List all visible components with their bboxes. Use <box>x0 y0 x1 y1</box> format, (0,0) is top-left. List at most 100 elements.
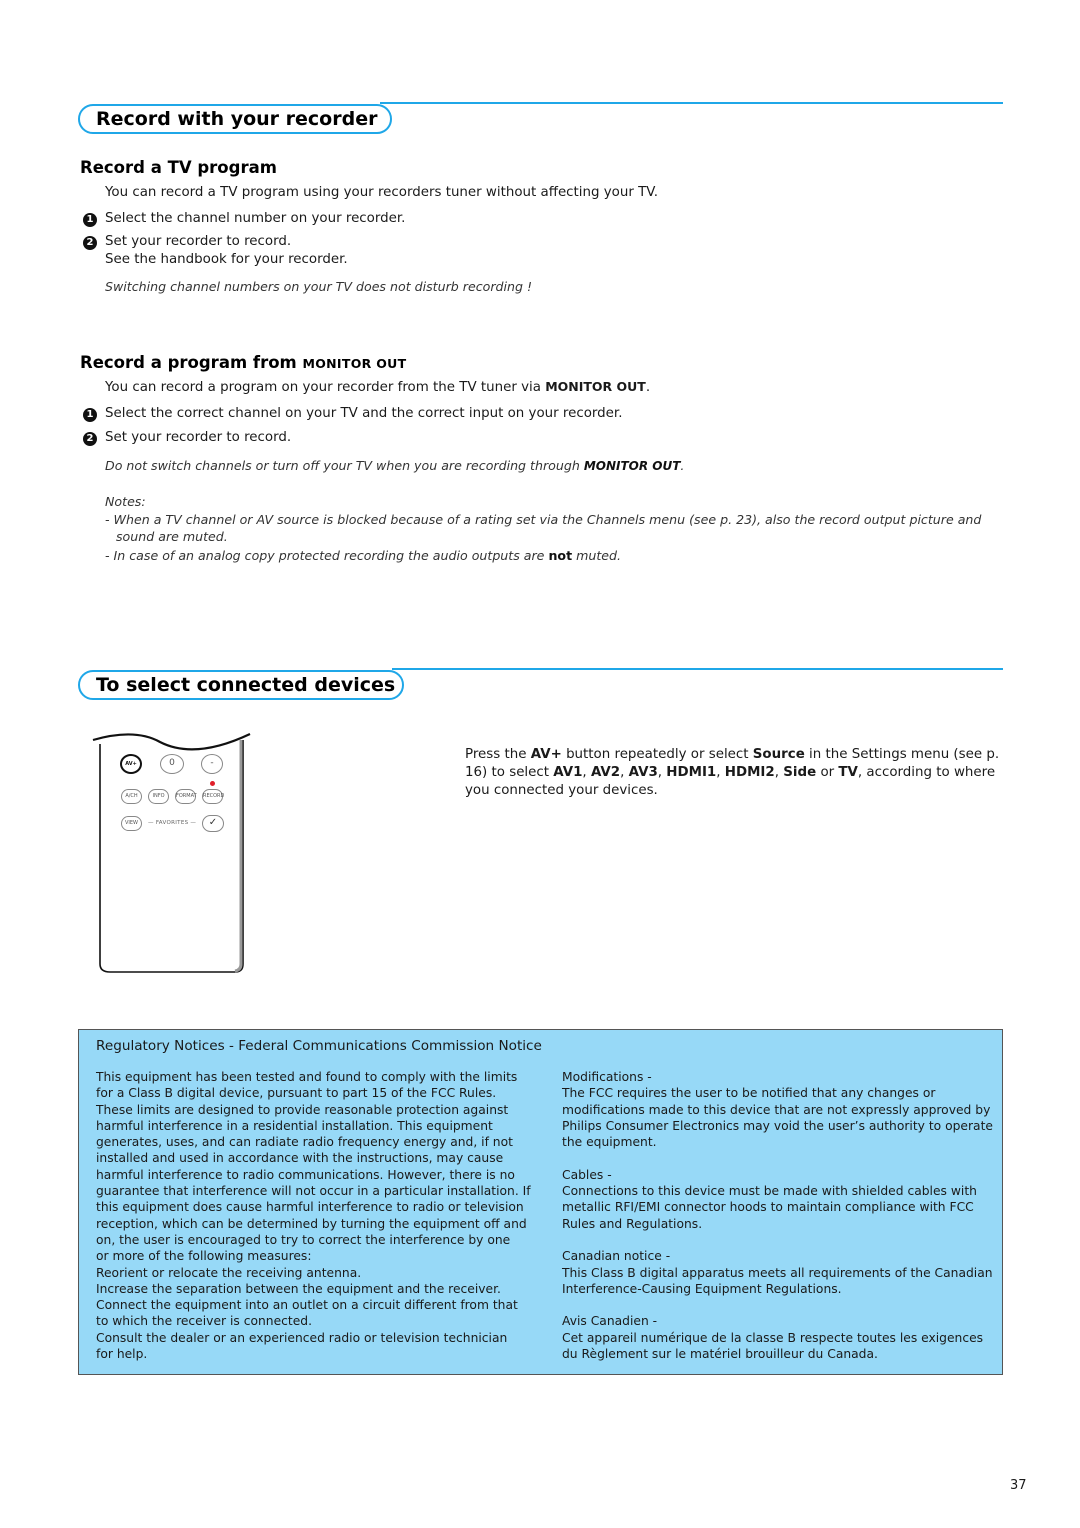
section-title-text: To select connected devices <box>96 674 396 696</box>
warning-note: Do not switch channels or turn off your … <box>105 457 684 475</box>
step-number-icon: 2 <box>83 432 97 446</box>
reg-line: metallic RFI/EMI connector hoods to main… <box>562 1200 974 1215</box>
button-label: 0 <box>169 758 175 768</box>
button-label: - <box>210 758 214 768</box>
text: , <box>620 765 625 780</box>
note-item: - In case of an analog copy protected re… <box>105 547 621 565</box>
text: 16) to select <box>465 765 550 780</box>
subsection-title-tv-program: Record a TV program <box>80 158 277 177</box>
text-emph: TV <box>838 765 858 780</box>
text-emph: HDMI1 <box>666 765 717 780</box>
text: Press the <box>465 747 527 762</box>
reg-line: for help. <box>96 1347 148 1362</box>
remote-control-illustration: AV+ 0 - A/CH INFO FORMAT RECORD VIEW — F… <box>90 728 255 978</box>
section-rule <box>392 668 1003 670</box>
reg-line: reception, which can be determined by tu… <box>96 1216 527 1231</box>
record-button: RECORD <box>202 789 225 804</box>
reg-line: Connect the equipment into an outlet on … <box>96 1298 518 1313</box>
reg-line: for a Class B digital device, pursuant t… <box>96 1086 497 1101</box>
reg-line: to which the receiver is connected. <box>96 1314 313 1329</box>
section-title-text: Record with your recorder <box>96 108 378 130</box>
intro-suffix: . <box>645 380 651 395</box>
page-number: 37 <box>1010 1478 1027 1493</box>
text: , <box>582 765 587 780</box>
reg-line: Philips Consumer Electronics may void th… <box>562 1118 993 1133</box>
ach-button: A/CH <box>121 789 142 804</box>
text-emph: AV3 <box>628 765 658 780</box>
step-text: Set your recorder to record. <box>105 234 292 249</box>
warning-emph: MONITOR OUT <box>583 459 681 473</box>
reg-line: guarantee that interference will not occ… <box>96 1184 531 1199</box>
avis-label: Avis Canadien - <box>562 1314 658 1329</box>
text: , <box>774 765 779 780</box>
devices-description-line: 16) to select AV1, AV2, AV3, HDMI1, HDMI… <box>465 764 995 782</box>
reg-line: Increase the separation between the equi… <box>96 1281 501 1296</box>
button-label: FORMAT <box>176 793 197 799</box>
reg-line: harmful interference to radio communicat… <box>96 1167 515 1182</box>
note-emph: not <box>548 548 573 563</box>
text: , according to where <box>857 765 996 780</box>
note-prefix: - In case of an analog copy protected re… <box>105 548 545 563</box>
warning-prefix: Do not switch channels or turn off your … <box>105 458 580 473</box>
regulatory-title: Regulatory Notices - Federal Communicati… <box>96 1038 542 1054</box>
record-led-icon <box>210 781 215 786</box>
button-label: RECORD <box>203 793 225 799</box>
zero-button: 0 <box>160 754 184 774</box>
reg-line: This equipment has been tested and found… <box>96 1070 518 1084</box>
note-item-continued: sound are muted. <box>116 529 228 544</box>
intro-emph: MONITOR OUT <box>545 379 646 394</box>
regulatory-left-column: This equipment has been tested and found… <box>96 1069 531 1362</box>
text: button repeatedly or select <box>566 747 749 762</box>
reg-line: Consult the dealer or an experienced rad… <box>96 1330 508 1345</box>
button-label: A/CH <box>125 793 138 799</box>
view-button: VIEW <box>121 816 142 831</box>
devices-description-line: you connected your devices. <box>465 783 658 798</box>
button-label: INFO <box>152 793 165 799</box>
text: in the Settings menu (see p. <box>809 747 1000 762</box>
tip-note: Switching channel numbers on your TV doe… <box>105 279 533 294</box>
checkmark-icon: ✓ <box>208 817 218 828</box>
reg-line: Reorient or relocate the receiving anten… <box>96 1265 362 1280</box>
reg-line: The FCC requires the user to be notified… <box>562 1086 936 1101</box>
step-text: Set your recorder to record. <box>105 430 292 445</box>
reg-line: the equipment. <box>562 1135 657 1150</box>
step-text: Select the channel number on your record… <box>105 211 406 226</box>
regulatory-right-column: Modifications - The FCC requires the use… <box>562 1069 993 1362</box>
reg-line: Cet appareil numérique de la classe B re… <box>562 1330 984 1345</box>
reg-line: Connections to this device must be made … <box>562 1184 977 1199</box>
notes-label: Notes: <box>105 494 146 509</box>
format-button: FORMAT <box>175 789 197 804</box>
text-emph: HDMI2 <box>724 765 775 780</box>
section-rule <box>380 102 1003 104</box>
devices-description-line: Press the AV+ button repeatedly or selec… <box>465 746 999 764</box>
reg-line: harmful interference in a residential in… <box>96 1118 493 1133</box>
text-emph: Source <box>752 747 805 762</box>
warning-suffix: . <box>680 458 685 473</box>
step-number-icon: 2 <box>83 236 97 250</box>
modifications-label: Modifications - <box>562 1070 652 1084</box>
reg-line: These limits are designed to provide rea… <box>96 1102 509 1117</box>
subsection-title-monitor-out: Record a program from MONITOR OUT <box>80 353 406 372</box>
text: , <box>716 765 721 780</box>
section-title-record: Record with your recorder <box>78 104 392 134</box>
text: or <box>820 765 835 780</box>
check-button: ✓ <box>202 815 224 832</box>
reg-line: du Règlement sur le matériel brouilleur … <box>562 1347 878 1362</box>
button-label: VIEW <box>125 820 138 826</box>
button-label: AV+ <box>125 761 137 767</box>
text: , <box>657 765 663 780</box>
intro-prefix: You can record a program on your recorde… <box>105 380 541 395</box>
av-plus-button: AV+ <box>120 754 142 774</box>
intro-text: You can record a TV program using your r… <box>105 185 658 200</box>
favorites-label: — FAVORITES — <box>148 820 197 826</box>
text-emph: AV1 <box>553 765 583 780</box>
text-emph: Side <box>783 765 817 780</box>
reg-line: or more of the following measures: <box>96 1249 312 1264</box>
text-emph: AV2 <box>590 765 621 780</box>
reg-line: installed and used in accordance with th… <box>96 1151 504 1166</box>
dash-button: - <box>201 754 223 774</box>
step-text: Select the correct channel on your TV an… <box>105 406 623 421</box>
regulatory-notice-box: Regulatory Notices - Federal Communicati… <box>78 1029 1003 1375</box>
reg-line: generates, uses, and can radiate radio f… <box>96 1135 513 1150</box>
reg-line: on, the user is encouraged to try to cor… <box>96 1232 511 1247</box>
